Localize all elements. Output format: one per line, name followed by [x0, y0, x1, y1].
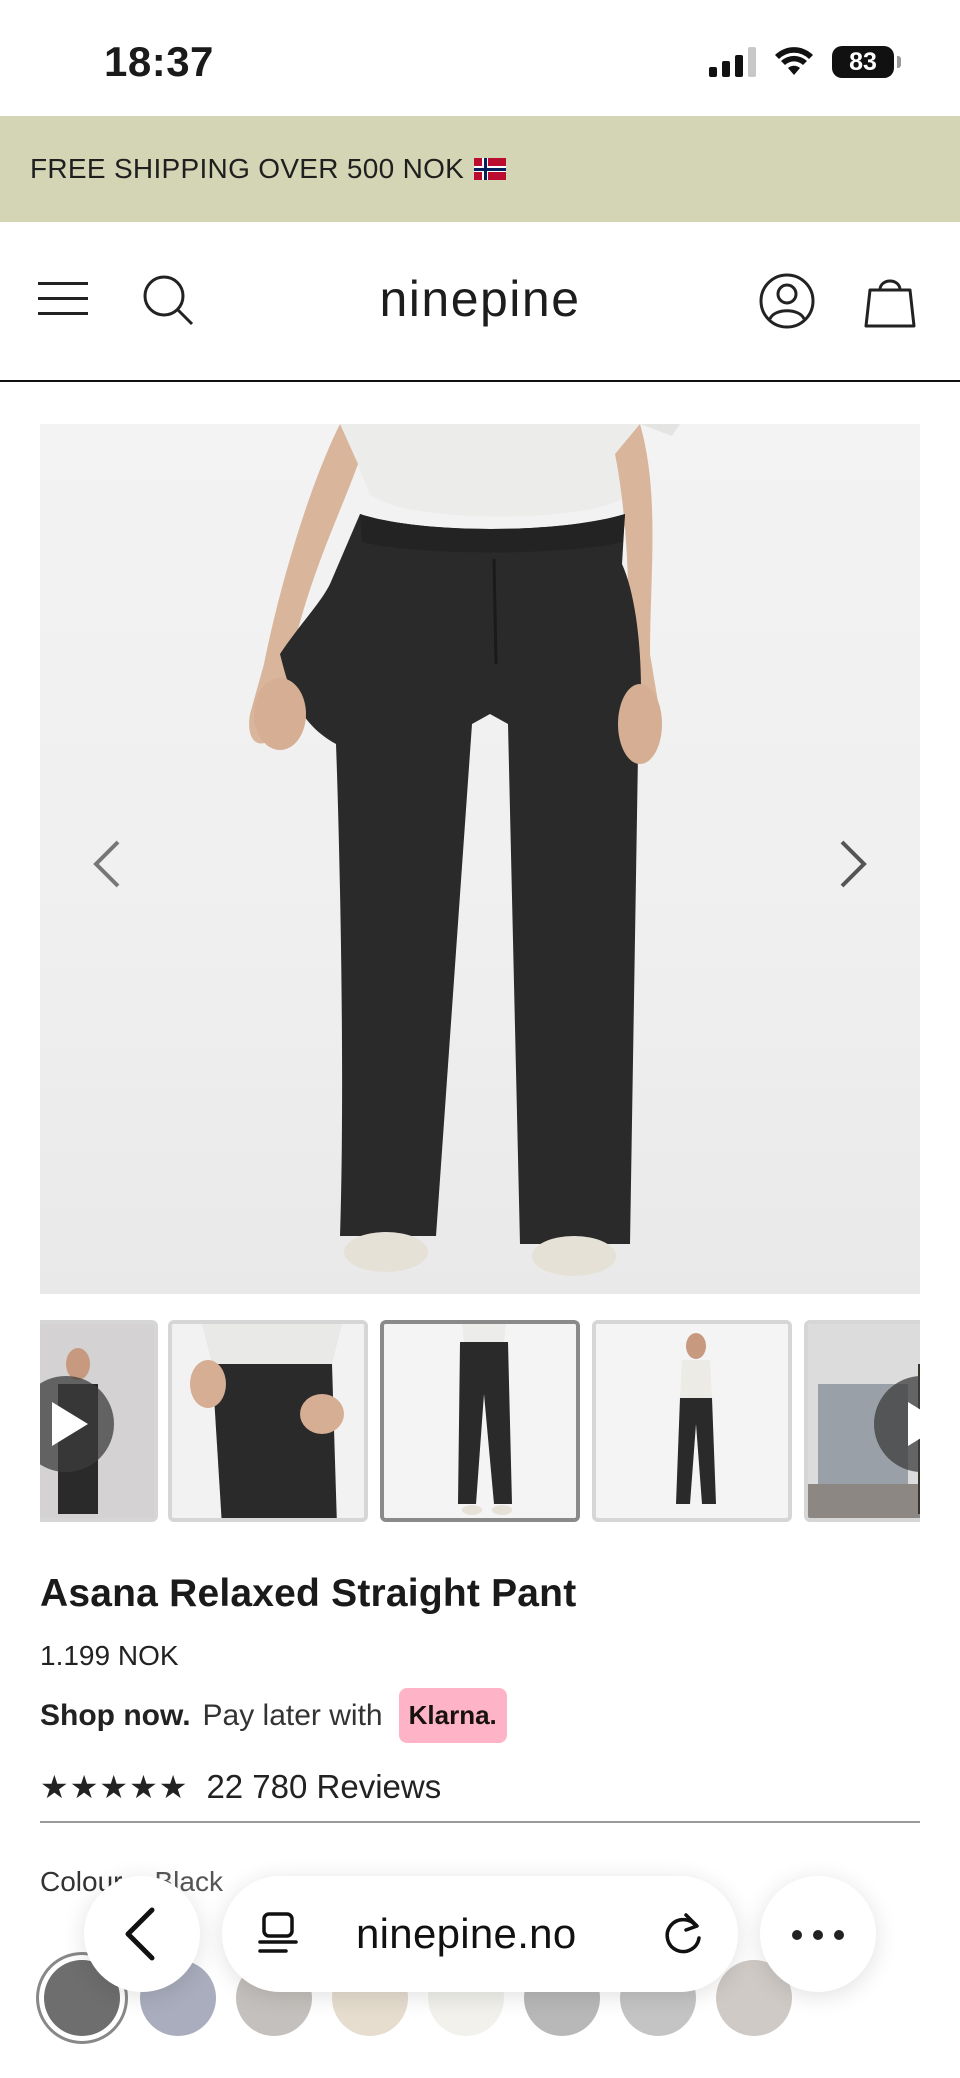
wifi-icon [775, 47, 813, 75]
more-options-button[interactable] [760, 1876, 876, 1992]
thumbnail-video-1[interactable] [40, 1320, 158, 1522]
thumbnail-strip[interactable] [40, 1320, 920, 1522]
more-dot [792, 1930, 802, 1940]
page-menu-icon[interactable] [256, 1912, 300, 1956]
klarna-lead: Shop now. [40, 1698, 191, 1732]
rating-stars: ★★★★★ [40, 1769, 189, 1805]
thumbnail-4[interactable] [592, 1320, 792, 1522]
product-photo [249, 424, 680, 1276]
klarna-text: Pay later with [202, 1698, 383, 1732]
thumbnail-video-5[interactable] [804, 1320, 920, 1522]
thumbnail-photo [596, 1324, 788, 1518]
product-price: 1.199 NOK [40, 1640, 179, 1671]
promo-text: FREE SHIPPING OVER 500 NOK [30, 153, 465, 184]
thumbnail-photo [172, 1324, 364, 1518]
thumbnail-photo [384, 1324, 576, 1518]
product-title: Asana Relaxed Straight Pant [40, 1572, 577, 1615]
more-dot [813, 1930, 823, 1940]
product-main-image[interactable] [40, 424, 920, 1294]
reviews-summary[interactable]: ★★★★★ 22 780 Reviews [40, 1768, 441, 1806]
klarna-badge: Klarna. [398, 1688, 507, 1743]
chevron-left-icon [125, 1907, 155, 1961]
review-count: 22 780 Reviews [206, 1768, 442, 1805]
battery-icon: 83 [832, 46, 901, 78]
status-bar: 18:37 83 [0, 0, 960, 116]
brand-logo[interactable]: ninepine [0, 270, 960, 328]
more-dot [834, 1930, 844, 1940]
account-icon[interactable] [758, 272, 816, 330]
previous-image-arrow-icon[interactable] [80, 834, 140, 894]
divider [40, 1821, 920, 1823]
address-bar[interactable]: ninepine.no [222, 1876, 738, 1992]
norway-flag-icon [474, 158, 507, 180]
status-time: 18:37 [104, 38, 214, 85]
browser-back-button[interactable] [84, 1876, 200, 1992]
url-text: ninepine.no [356, 1910, 577, 1957]
next-image-arrow-icon[interactable] [820, 834, 880, 894]
thumbnail-3-active[interactable] [380, 1320, 580, 1522]
reload-icon[interactable] [660, 1912, 706, 1958]
klarna-promo[interactable]: Shop now. Pay later with Klarna. [40, 1688, 507, 1743]
site-header: ninepine [0, 222, 960, 382]
cellular-signal-icon [709, 47, 756, 77]
status-icons: 83 [709, 46, 901, 78]
thumbnail-2[interactable] [168, 1320, 368, 1522]
shopping-bag-icon[interactable] [864, 272, 916, 330]
promo-banner[interactable]: FREE SHIPPING OVER 500 NOK [0, 116, 960, 222]
